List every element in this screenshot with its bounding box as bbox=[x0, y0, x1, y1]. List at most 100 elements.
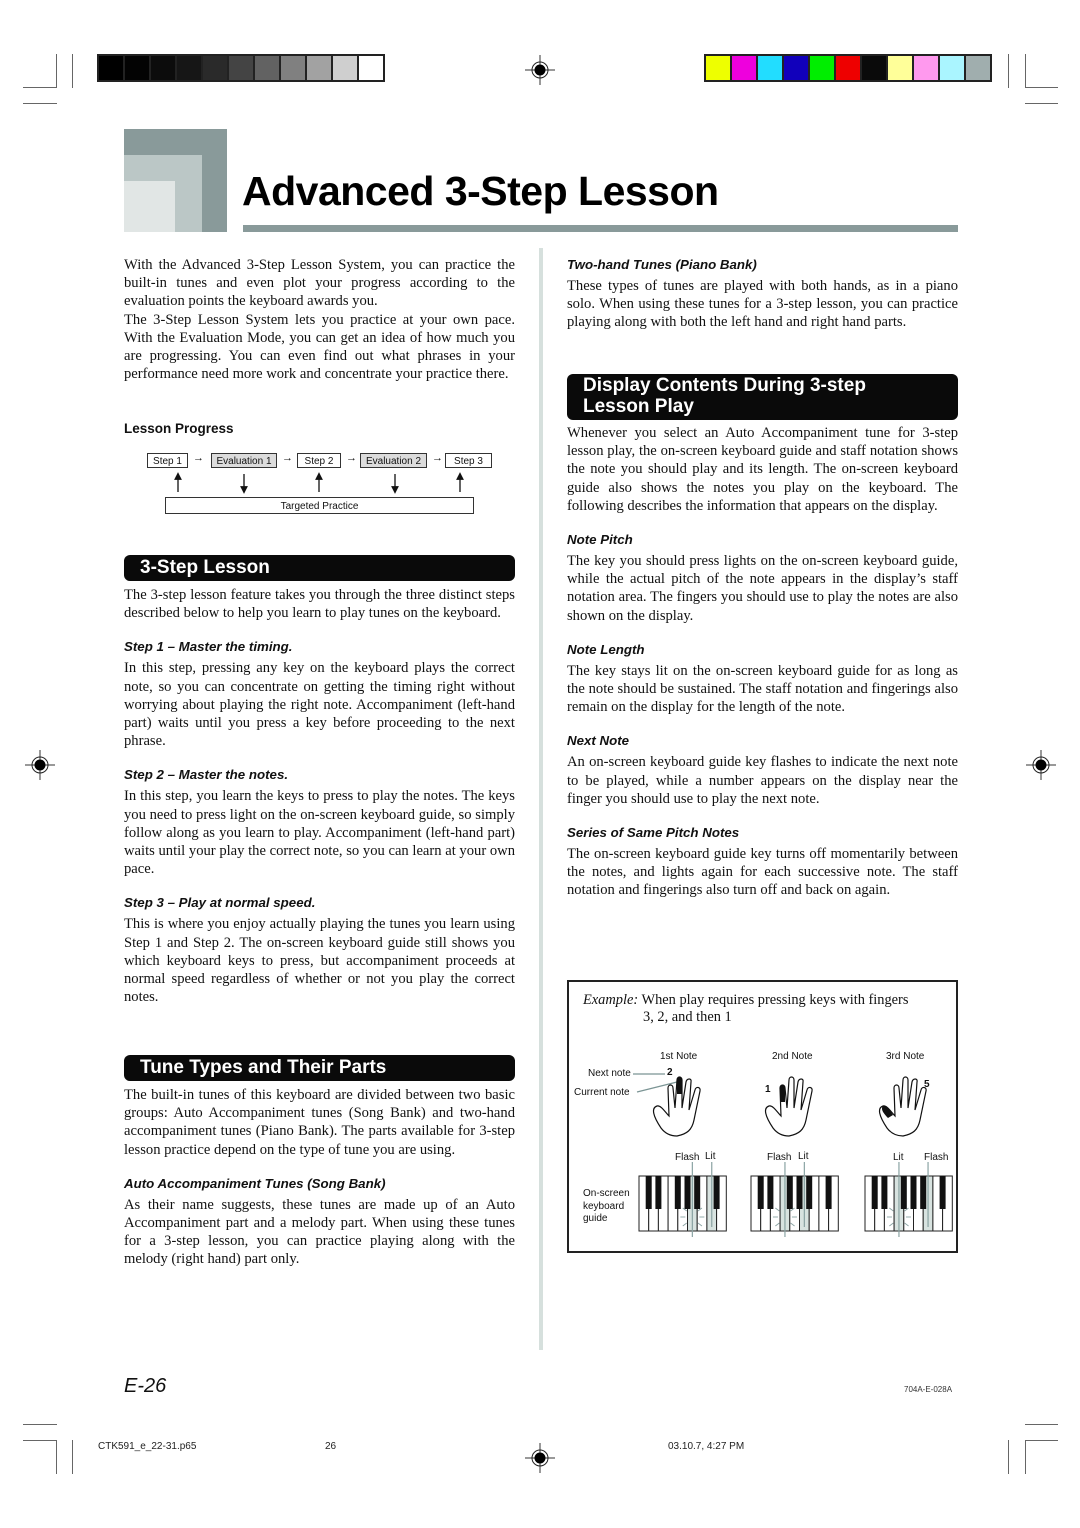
black-key bbox=[825, 1176, 832, 1209]
color-swatch bbox=[125, 56, 149, 80]
color-swatch bbox=[99, 56, 123, 80]
two-hand-section: Two-hand Tunes (Piano Bank) These types … bbox=[567, 257, 958, 332]
finger-number-3: 5 bbox=[924, 1079, 930, 1090]
registration-mark-icon bbox=[25, 750, 55, 780]
black-key bbox=[806, 1176, 813, 1209]
footer-filename: CTK591_e_22-31.p65 bbox=[98, 1441, 197, 1452]
color-swatch bbox=[784, 56, 808, 80]
color-swatch bbox=[940, 56, 964, 80]
hand-icon-3 bbox=[878, 1076, 927, 1137]
black-key bbox=[694, 1176, 701, 1209]
black-key bbox=[655, 1176, 662, 1209]
flow-vertical-arrows bbox=[174, 472, 464, 494]
flow-evaluation-1: Evaluation 1 bbox=[211, 453, 277, 468]
lesson-progress-heading: Lesson Progress bbox=[124, 421, 234, 436]
note-title-1: 1st Note bbox=[660, 1051, 698, 1062]
three-step-intro: The 3-step lesson feature takes you thro… bbox=[124, 587, 515, 622]
finger-number-1: 2 bbox=[667, 1067, 673, 1078]
display-contents-section: Whenever you select an Auto Accompanimen… bbox=[567, 424, 958, 900]
section-banner-tune-types: Tune Types and Their Parts bbox=[124, 1055, 515, 1081]
crop-mark bbox=[1025, 103, 1058, 104]
auto-accompaniment-body: As their name suggests, these tunes are … bbox=[124, 1196, 515, 1268]
crop-mark bbox=[23, 1424, 57, 1425]
two-hand-body: These types of tunes are played with bot… bbox=[567, 278, 958, 331]
column-divider bbox=[539, 248, 543, 1350]
keyboard-guide-1 bbox=[638, 1162, 727, 1237]
black-key bbox=[645, 1176, 652, 1209]
three-step-section: The 3-step lesson feature takes you thro… bbox=[124, 586, 515, 1006]
flow-step-3: Step 3 bbox=[445, 453, 492, 468]
two-hand-heading: Two-hand Tunes (Piano Bank) bbox=[567, 257, 757, 272]
black-key bbox=[786, 1176, 793, 1209]
crop-mark bbox=[56, 1440, 57, 1474]
color-swatch bbox=[966, 56, 990, 80]
example-label: Example: bbox=[583, 992, 639, 1008]
color-swatch bbox=[333, 56, 357, 80]
crop-mark bbox=[1025, 1424, 1058, 1425]
tune-types-section: The built-in tunes of this keyboard are … bbox=[124, 1086, 515, 1269]
black-key bbox=[920, 1176, 927, 1209]
color-swatch bbox=[836, 56, 860, 80]
footer-timestamp: 03.10.7, 4:27 PM bbox=[668, 1441, 745, 1452]
grayscale-calibration-bar bbox=[97, 54, 385, 82]
note-pitch-heading: Note Pitch bbox=[567, 532, 633, 548]
keyboard-guide-2 bbox=[750, 1162, 839, 1237]
document-code: 704A-E-028A bbox=[904, 1385, 953, 1394]
step-1-body: In this step, pressing any key on the ke… bbox=[124, 660, 515, 750]
intro-section: With the Advanced 3-Step Lesson System, … bbox=[124, 256, 515, 383]
color-swatch bbox=[706, 56, 730, 80]
hand-diagrams bbox=[633, 1073, 927, 1137]
section-banner-display-contents: Display Contents During 3-step Lesson Pl… bbox=[567, 374, 958, 420]
crop-mark bbox=[1025, 54, 1026, 88]
example-figure: Example: When play requires pressing key… bbox=[567, 980, 958, 1253]
color-swatch bbox=[914, 56, 938, 80]
flow-step-2: Step 2 bbox=[297, 453, 341, 468]
banner-line: Lesson Play bbox=[583, 396, 694, 417]
color-calibration-bar bbox=[704, 54, 992, 82]
intro-paragraph: With the Advanced 3-Step Lesson System, … bbox=[124, 257, 515, 310]
crop-mark bbox=[1008, 1440, 1009, 1474]
page-title: Advanced 3-Step Lesson bbox=[242, 168, 719, 214]
keyboard-guide-3 bbox=[864, 1162, 953, 1237]
banner-line: Display Contents During 3-step bbox=[583, 375, 866, 396]
decor-block-light bbox=[124, 181, 175, 232]
note-pitch-body: The key you should press lights on the o… bbox=[567, 553, 958, 624]
flow-evaluation-2: Evaluation 2 bbox=[360, 453, 427, 468]
black-key bbox=[674, 1176, 681, 1209]
black-key bbox=[910, 1176, 917, 1209]
arrow-right-icon: → bbox=[282, 452, 293, 464]
example-caption: Example: When play requires pressing key… bbox=[583, 991, 908, 1009]
black-key bbox=[881, 1176, 888, 1209]
black-key bbox=[796, 1176, 803, 1209]
crop-mark bbox=[1025, 87, 1058, 88]
flow-step-1: Step 1 bbox=[147, 453, 188, 468]
black-key bbox=[684, 1176, 691, 1209]
color-swatch bbox=[177, 56, 201, 80]
color-swatch bbox=[732, 56, 756, 80]
black-key bbox=[767, 1176, 774, 1209]
crop-mark bbox=[72, 54, 73, 88]
display-intro: Whenever you select an Auto Accompanimen… bbox=[567, 425, 958, 514]
footer-page-number: 26 bbox=[325, 1441, 337, 1452]
arrow-right-icon: → bbox=[346, 452, 357, 464]
color-swatch bbox=[281, 56, 305, 80]
title-underline-bar bbox=[243, 225, 958, 232]
black-key bbox=[713, 1176, 720, 1209]
example-text-line2: 3, 2, and then 1 bbox=[643, 1009, 732, 1025]
note-title-3: 3rd Note bbox=[886, 1051, 925, 1062]
crop-mark bbox=[1025, 1440, 1026, 1474]
crop-mark bbox=[23, 87, 57, 88]
color-swatch bbox=[203, 56, 227, 80]
arrow-right-icon: → bbox=[193, 452, 204, 464]
crop-mark bbox=[56, 54, 57, 88]
black-key bbox=[757, 1176, 764, 1209]
color-swatch bbox=[758, 56, 782, 80]
color-swatch bbox=[255, 56, 279, 80]
registration-mark-icon bbox=[525, 1443, 555, 1473]
crop-mark bbox=[23, 103, 57, 104]
section-banner-3-step-lesson: 3-Step Lesson bbox=[124, 555, 515, 581]
note-length-body: The key stays lit on the on-screen keybo… bbox=[567, 662, 958, 716]
color-swatch bbox=[862, 56, 886, 80]
example-text-line1: When play requires pressing keys with fi… bbox=[641, 992, 909, 1008]
auto-accompaniment-heading: Auto Accompaniment Tunes (Song Bank) bbox=[124, 1175, 386, 1191]
